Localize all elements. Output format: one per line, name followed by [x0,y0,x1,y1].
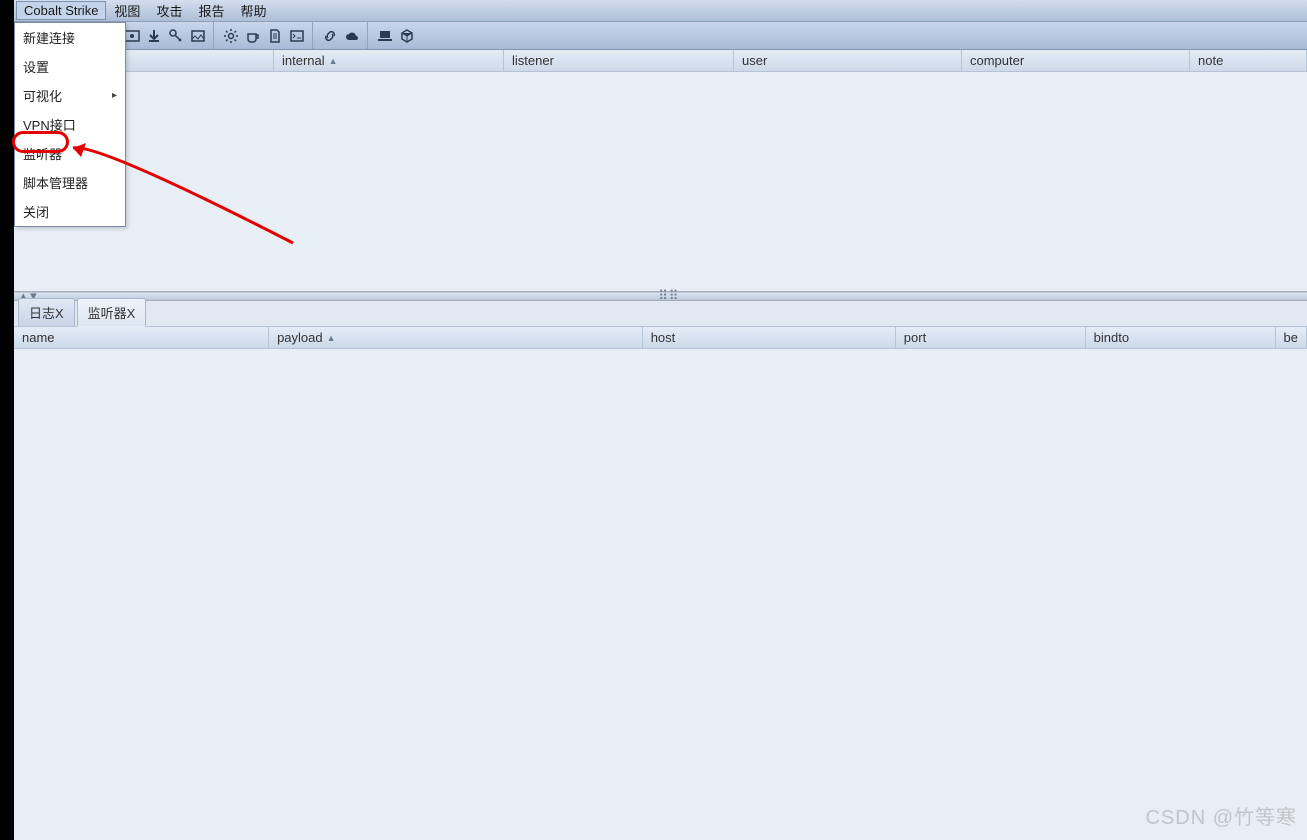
menu-item-visualize[interactable]: 可视化 ▸ [15,81,125,110]
col-label: payload [277,330,323,345]
menu-item-new-connection[interactable]: 新建连接 [15,23,125,52]
gear-icon[interactable] [222,27,240,45]
menu-item-listeners[interactable]: 监听器 [15,139,125,168]
menu-bar: Cobalt Strike 视图 攻击 报告 帮助 [14,0,1307,22]
toolbar [14,22,1307,50]
col-label: listener [512,53,554,68]
col-label: bindto [1094,330,1129,345]
col-label: computer [970,53,1024,68]
sort-asc-icon: ▲ [327,333,336,343]
tab-listeners[interactable]: 监听器X [77,298,147,327]
cube-icon[interactable] [398,27,416,45]
col-listener[interactable]: listener [504,50,734,71]
col-label: user [742,53,767,68]
col-note[interactable]: note [1190,50,1307,71]
col-label: internal [282,53,325,68]
listeners-table-body [14,349,1307,840]
col-computer[interactable]: computer [962,50,1190,71]
menu-item-label: 关闭 [23,202,49,221]
document-icon[interactable] [266,27,284,45]
menu-item-settings[interactable]: 设置 [15,52,125,81]
col-label: note [1198,53,1223,68]
menu-cobalt-strike[interactable]: Cobalt Strike [16,1,106,20]
cobalt-strike-dropdown: 新建连接 设置 可视化 ▸ VPN接口 监听器 脚本管理器 关闭 [14,22,126,227]
bottom-pane: 日志X 监听器X name payload ▲ host port bindto … [14,300,1307,840]
terminal-icon[interactable] [288,27,306,45]
menu-item-vpn[interactable]: VPN接口 [15,110,125,139]
tabs-bar: 日志X 监听器X [14,301,1307,327]
tab-log[interactable]: 日志X [18,298,75,326]
col-payload[interactable]: payload ▲ [269,327,643,348]
listeners-table-header: name payload ▲ host port bindto be [14,327,1307,349]
col-internal[interactable]: internal ▲ [274,50,504,71]
menu-item-label: 可视化 [23,86,62,105]
menu-item-label: VPN接口 [23,115,76,134]
col-label: name [22,330,55,345]
col-label: host [651,330,676,345]
image-icon[interactable] [189,27,207,45]
col-be[interactable]: be [1276,327,1307,348]
col-name[interactable]: name [14,327,269,348]
pane-splitter[interactable]: ▴ ▾ ⠿⠿ [14,292,1307,300]
sessions-table-body [14,72,1307,291]
menu-help[interactable]: 帮助 [232,0,274,22]
col-label: port [904,330,926,345]
col-port[interactable]: port [896,327,1086,348]
menu-item-label: 新建连接 [23,28,75,47]
menu-item-close[interactable]: 关闭 [15,197,125,226]
menu-item-script-manager[interactable]: 脚本管理器 [15,168,125,197]
sort-asc-icon: ▲ [329,56,338,66]
key-icon[interactable] [167,27,185,45]
menu-view[interactable]: 视图 [106,0,148,22]
col-host[interactable]: host [643,327,896,348]
app-frame: Cobalt Strike 视图 攻击 报告 帮助 新建连接 设置 可视化 ▸ V… [14,0,1307,840]
submenu-arrow-icon: ▸ [112,90,117,101]
menu-report[interactable]: 报告 [190,0,232,22]
laptop-icon[interactable] [376,27,394,45]
sessions-pane: external internal▲ listener user compute… [14,50,1307,292]
download-icon[interactable] [145,27,163,45]
cloud-icon[interactable] [343,27,361,45]
sessions-table-header: external internal▲ listener user compute… [14,50,1307,72]
col-label: be [1284,330,1298,345]
col-user[interactable]: user [734,50,962,71]
coffee-icon[interactable] [244,27,262,45]
menu-item-label: 设置 [23,57,49,76]
menu-item-label: 脚本管理器 [23,173,88,192]
link-icon[interactable] [321,27,339,45]
menu-attack[interactable]: 攻击 [148,0,190,22]
menu-item-label: 监听器 [23,144,62,163]
col-bindto[interactable]: bindto [1086,327,1276,348]
